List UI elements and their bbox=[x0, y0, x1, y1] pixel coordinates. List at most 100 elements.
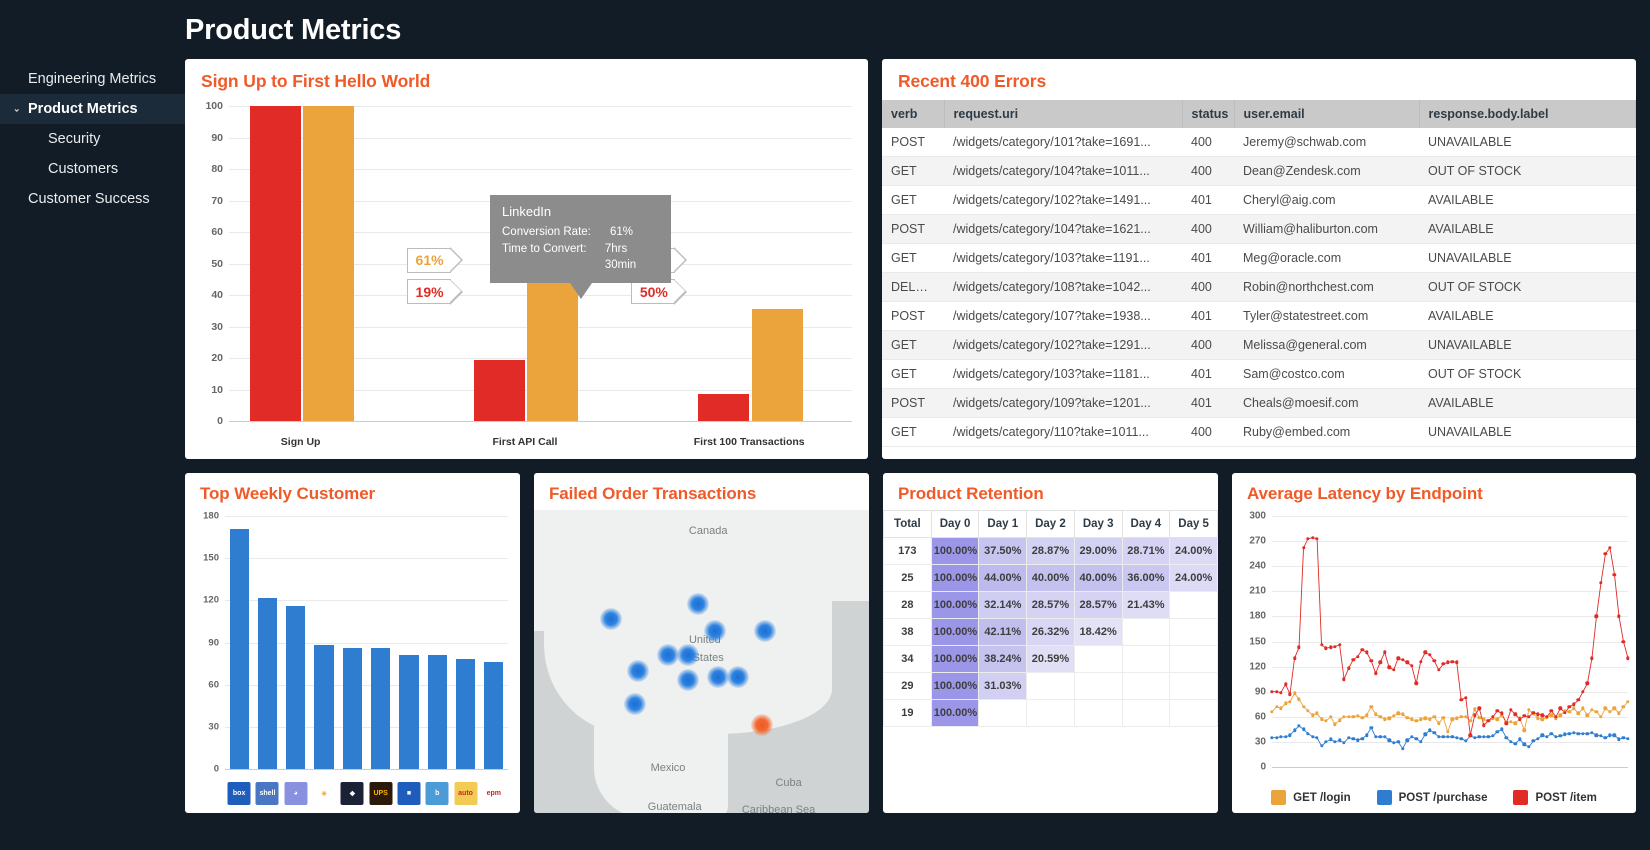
retention-cell: 40.00% bbox=[1073, 564, 1123, 592]
funnel-bar[interactable] bbox=[473, 359, 525, 421]
funnel-bar[interactable] bbox=[751, 309, 803, 421]
retention-cell: 28.71% bbox=[1121, 537, 1171, 565]
map-data-point[interactable] bbox=[677, 644, 700, 667]
retention-cell bbox=[1121, 672, 1171, 700]
bottom-row: Top Weekly Customer 0 30 60 90 120 150 180 box s… bbox=[185, 473, 1636, 813]
funnel-bar[interactable] bbox=[249, 106, 301, 421]
tooltip-row2-value: 7hrs 30min bbox=[604, 242, 637, 272]
errors-cell: AVAILABLE bbox=[1419, 214, 1636, 244]
latency-legend: GET /login POST /purchase POST /item bbox=[1232, 790, 1636, 805]
table-row[interactable]: GET/widgets/category/103?take=1191... 401… bbox=[882, 243, 1636, 273]
retention-cell bbox=[1169, 672, 1218, 700]
table-row[interactable]: GET/widgets/category/102?take=1491... 401… bbox=[882, 185, 1636, 215]
customer-bar[interactable] bbox=[286, 605, 306, 769]
map-data-point[interactable] bbox=[626, 659, 649, 682]
chevron-down-icon: ⌄ bbox=[13, 103, 21, 114]
table-row[interactable]: GET/widgets/category/110?take=1011... 400… bbox=[882, 417, 1636, 447]
legend-swatch bbox=[1376, 790, 1392, 805]
map-data-point[interactable] bbox=[727, 665, 750, 688]
errors-cell: 400 bbox=[1182, 272, 1234, 302]
transactions-map[interactable]: Canada United States Mexico Cuba Guatemala Car… bbox=[534, 510, 869, 813]
errors-col-request-uri: request.uri bbox=[944, 100, 1183, 128]
customer-bar[interactable] bbox=[371, 648, 391, 769]
customer-bar[interactable] bbox=[342, 648, 362, 769]
retention-cell: 44.00% bbox=[978, 564, 1028, 592]
map-data-point[interactable] bbox=[687, 592, 710, 615]
funnel-annotation-19: 19% bbox=[406, 278, 463, 305]
map-data-point[interactable] bbox=[754, 620, 777, 643]
map-data-point[interactable] bbox=[703, 620, 726, 643]
table-row[interactable]: 19 100.00% bbox=[883, 699, 1218, 727]
map-data-point[interactable] bbox=[600, 608, 623, 631]
table-row[interactable]: POST/widgets/category/107?take=1938... 40… bbox=[882, 301, 1636, 331]
errors-cell: UNAVAILABLE bbox=[1419, 128, 1636, 157]
errors-cell: Ruby@embed.com bbox=[1234, 417, 1419, 447]
table-row[interactable]: 25 100.00% 44.00% 40.00% 40.00% 36.00% 24.00% bbox=[883, 564, 1218, 592]
errors-cell: Jeremy@schwab.com bbox=[1234, 128, 1419, 157]
errors-cell: GET bbox=[882, 330, 944, 360]
errors-cell: UNAVAILABLE bbox=[1419, 417, 1636, 447]
y-axis-tick: 270 bbox=[1249, 535, 1266, 547]
retention-cell: 100.00% bbox=[930, 645, 980, 673]
errors-cell: GET bbox=[882, 185, 944, 215]
funnel-chart[interactable]: 0 10 20 30 40 50 60 70 80 90 100 Sign Up First API C… bbox=[185, 100, 868, 459]
retention-cell: 28.87% bbox=[1026, 537, 1075, 565]
table-row[interactable]: POST/widgets/category/109?take=1201... 40… bbox=[882, 388, 1636, 418]
map-data-point[interactable] bbox=[707, 665, 730, 688]
y-axis-tick: 30 bbox=[211, 320, 223, 333]
customers-chart[interactable]: 0 30 60 90 120 150 180 box shell ◕ ✳ ❖ UPS ■ b auto epm bbox=[185, 510, 520, 813]
legend-item[interactable]: POST /purchase bbox=[1376, 790, 1487, 805]
table-row[interactable]: 29 100.00% 31.03% bbox=[883, 672, 1218, 700]
customer-bar[interactable] bbox=[484, 662, 504, 769]
map-data-point[interactable] bbox=[623, 692, 646, 715]
customer-bar[interactable] bbox=[427, 655, 447, 769]
retention-cell: 100.00% bbox=[930, 699, 980, 727]
table-row[interactable]: POST/widgets/category/104?take=1621... 40… bbox=[882, 214, 1636, 244]
legend-item[interactable]: GET /login bbox=[1271, 790, 1351, 805]
errors-col-response-body-label: response.body.label bbox=[1419, 100, 1636, 128]
map-data-point[interactable] bbox=[750, 714, 773, 737]
y-axis-tick: 90 bbox=[1254, 686, 1266, 698]
table-row[interactable]: GET/widgets/category/104?take=1011... 400… bbox=[882, 156, 1636, 186]
legend-item[interactable]: POST /item bbox=[1513, 790, 1597, 805]
legend-label: POST /item bbox=[1535, 791, 1597, 804]
y-axis-tick: 60 bbox=[208, 679, 219, 691]
y-axis-tick: 300 bbox=[1249, 510, 1266, 522]
retention-cell: 18.42% bbox=[1073, 618, 1123, 646]
table-row[interactable]: 34 100.00% 38.24% 20.59% bbox=[883, 645, 1218, 673]
table-row[interactable]: 28 100.00% 32.14% 28.57% 28.57% 21.43% bbox=[883, 591, 1218, 619]
table-row[interactable]: GET/widgets/category/103?take=1181... 401… bbox=[882, 359, 1636, 389]
retention-cell: 28 bbox=[883, 591, 932, 619]
y-axis-tick: 60 bbox=[211, 226, 223, 238]
sidebar-item-customer-success[interactable]: Customer Success bbox=[0, 184, 185, 214]
customer-bar[interactable] bbox=[257, 597, 278, 769]
table-row[interactable]: 38 100.00% 42.11% 26.32% 18.42% bbox=[883, 618, 1218, 646]
sidebar-item-product-metrics[interactable]: ⌄ Product Metrics bbox=[0, 94, 185, 124]
latency-chart[interactable]: 0 30 60 90 120 150 180 210 240 270 300 GET /login P… bbox=[1232, 510, 1636, 813]
y-axis-tick: 240 bbox=[1249, 560, 1266, 572]
sidebar-item-security[interactable]: Security bbox=[0, 124, 185, 154]
customer-bar[interactable] bbox=[455, 659, 476, 769]
map-landmass bbox=[735, 510, 869, 601]
errors-cell: 400 bbox=[1182, 330, 1234, 360]
table-row[interactable]: POST/widgets/category/101?take=1691... 40… bbox=[882, 128, 1636, 157]
sidebar-item-engineering-metrics[interactable]: Engineering Metrics bbox=[0, 64, 185, 94]
shell-logo-icon: shell bbox=[255, 782, 279, 805]
customer-bar[interactable] bbox=[229, 528, 249, 769]
errors-cell: DELETE bbox=[882, 272, 944, 302]
retention-cell: 38.24% bbox=[978, 645, 1028, 673]
funnel-bar[interactable] bbox=[303, 106, 355, 421]
funnel-annotation-50: 50% bbox=[630, 278, 687, 305]
funnel-bar[interactable] bbox=[698, 394, 750, 421]
customer-bar[interactable] bbox=[314, 645, 334, 769]
table-row[interactable]: GET/widgets/category/102?take=1291... 400… bbox=[882, 330, 1636, 360]
customer-bar[interactable] bbox=[399, 655, 419, 769]
map-data-point[interactable] bbox=[677, 668, 700, 691]
map-data-point[interactable] bbox=[657, 644, 679, 667]
table-row[interactable]: 173 100.00% 37.50% 28.87% 29.00% 28.71% 24.00% bbox=[883, 537, 1218, 565]
errors-cell: 401 bbox=[1182, 388, 1234, 418]
map-label: Canada bbox=[688, 525, 728, 538]
retention-cell: 38 bbox=[883, 618, 932, 646]
table-row[interactable]: DELETE/widgets/category/108?take=1042...… bbox=[882, 272, 1636, 302]
sidebar-item-customers[interactable]: Customers bbox=[0, 154, 185, 184]
